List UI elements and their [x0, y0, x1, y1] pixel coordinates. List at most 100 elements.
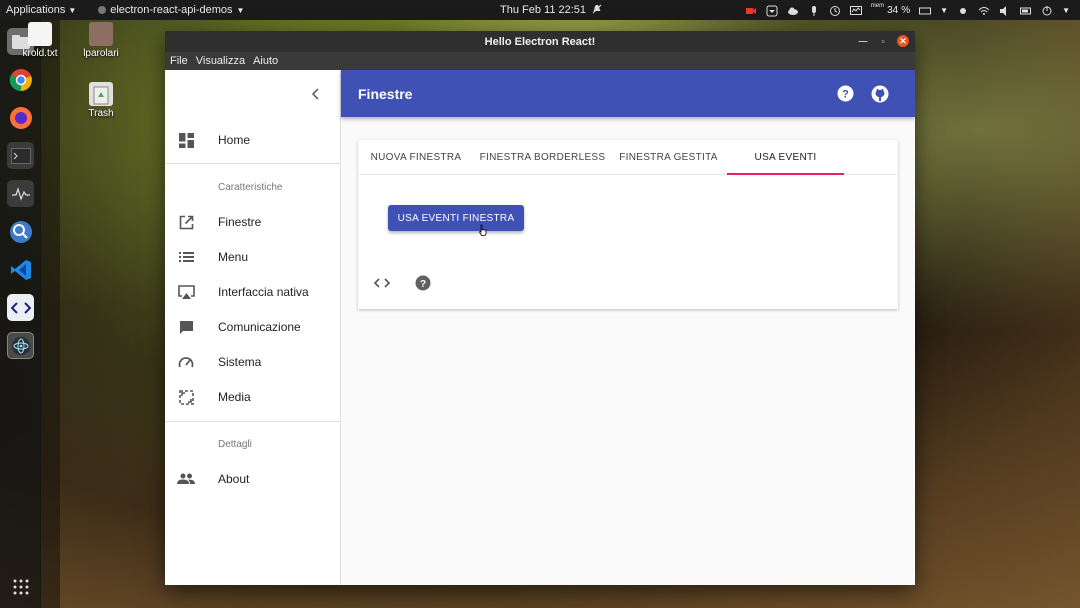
- screencast-record-icon[interactable]: [745, 5, 757, 15]
- sidebar-item-label: Home: [218, 133, 251, 147]
- wifi-icon[interactable]: [978, 5, 990, 15]
- sidebar-item-label: Menu: [218, 250, 249, 264]
- sidebar-item-label: Sistema: [218, 355, 262, 369]
- chrome-icon[interactable]: [7, 66, 34, 93]
- sidebar-item-label: About: [218, 472, 250, 486]
- code-editor-icon[interactable]: [7, 294, 34, 321]
- speed-icon: [177, 353, 195, 371]
- microphone-icon[interactable]: [808, 5, 820, 16]
- sidebar-divider: [165, 163, 341, 164]
- vscode-icon[interactable]: [7, 256, 34, 283]
- sidebar-item-comunicazione[interactable]: Comunicazione: [165, 310, 341, 344]
- menu-file[interactable]: File: [170, 55, 188, 67]
- tab-bar: NUOVA FINESTRA FINESTRA BORDERLESS FINES…: [358, 140, 898, 175]
- active-tab-indicator: [727, 173, 844, 175]
- launcher-dock: [0, 20, 41, 608]
- button-label: USA EVENTI FINESTRA: [397, 212, 515, 224]
- battery-icon[interactable]: [1020, 5, 1032, 15]
- chevron-left-icon: [311, 88, 319, 100]
- minimize-icon[interactable]: —: [857, 35, 869, 47]
- sidebar-item-label: Media: [218, 390, 251, 404]
- help-circle-icon[interactable]: ?: [414, 274, 432, 292]
- tab-usa-eventi[interactable]: USA EVENTI: [727, 140, 844, 175]
- section-heading-dettagli: Dettagli: [218, 439, 252, 450]
- sidebar-item-label: Comunicazione: [218, 320, 301, 334]
- sidebar-item-sistema[interactable]: Sistema: [165, 345, 341, 379]
- electron-app-icon[interactable]: [7, 332, 34, 359]
- notification-bell-icon: [592, 4, 602, 17]
- tab-finestra-borderless[interactable]: FINESTRA BORDERLESS: [474, 140, 611, 175]
- sidebar-item-interfaccia-nativa[interactable]: Interfaccia nativa: [165, 275, 341, 309]
- history-icon[interactable]: [829, 5, 841, 16]
- sidebar-item-about[interactable]: About: [165, 462, 341, 496]
- sidebar-item-finestre[interactable]: Finestre: [165, 205, 341, 239]
- sidebar-item-label: Interfaccia nativa: [218, 285, 309, 299]
- code-icon[interactable]: [373, 274, 391, 292]
- applications-label: Applications: [6, 4, 66, 16]
- sidebar-item-label: Finestre: [218, 215, 262, 229]
- caret-down-icon: ▼: [68, 5, 77, 15]
- desktop-icon-label: krold.txt: [22, 48, 58, 59]
- maximize-icon[interactable]: ▫: [877, 35, 889, 47]
- app-content: Home Caratteristiche Finestre Menu Inter…: [165, 70, 915, 585]
- airplay-icon: [177, 283, 195, 301]
- menu-visualizza[interactable]: Visualizza: [196, 55, 245, 67]
- window-title: Hello Electron React!: [484, 35, 596, 48]
- svg-text:?: ?: [420, 279, 426, 290]
- app-dot-icon: [98, 6, 107, 14]
- page-title: Finestre: [358, 85, 413, 102]
- dropbox-icon[interactable]: [766, 5, 778, 17]
- brightness-icon[interactable]: [957, 5, 969, 15]
- desktop-trash[interactable]: Trash: [71, 82, 131, 119]
- power-icon[interactable]: [1041, 5, 1053, 16]
- menu-bar: File Visualizza Aiuto: [165, 52, 915, 70]
- volume-icon[interactable]: [999, 5, 1011, 16]
- system-monitor-app-icon[interactable]: [7, 180, 34, 207]
- firefox-icon[interactable]: [7, 104, 34, 131]
- text-file-icon: [28, 22, 52, 46]
- clock-text: Thu Feb 11 22:51: [500, 4, 587, 16]
- app-bar: Finestre ?: [341, 70, 915, 117]
- app-window: Hello Electron React! — ▫ ✕ File Visuali…: [165, 31, 915, 585]
- tab-nuova-finestra[interactable]: NUOVA FINESTRA: [358, 140, 474, 175]
- show-applications-icon[interactable]: [7, 573, 34, 600]
- window-titlebar[interactable]: Hello Electron React! — ▫ ✕: [165, 31, 915, 52]
- memory-indicator[interactable]: mem 34 %: [870, 3, 910, 16]
- desktop-icon-label: lparolari: [83, 48, 119, 59]
- system-monitor-icon[interactable]: [849, 5, 862, 15]
- close-icon[interactable]: ✕: [897, 35, 909, 47]
- sidebar-item-home[interactable]: Home: [165, 123, 341, 157]
- caret-down-icon[interactable]: ▼: [1062, 6, 1070, 15]
- screenshot-icon: [177, 388, 195, 406]
- applications-menu[interactable]: Applications ▼: [6, 4, 76, 16]
- mem-percent: 34: [887, 4, 899, 16]
- trash-icon: [89, 82, 113, 106]
- terminal-icon[interactable]: [7, 142, 34, 169]
- cloud-icon[interactable]: [787, 5, 799, 15]
- tab-label: FINESTRA BORDERLESS: [479, 152, 606, 163]
- main-panel: Finestre ? NUOVA FINESTRA FINESTRA BORDE…: [341, 70, 915, 585]
- sidebar-item-media[interactable]: Media: [165, 380, 341, 414]
- help-icon[interactable]: ?: [836, 84, 855, 103]
- sidebar-divider: [165, 421, 341, 422]
- usa-eventi-finestra-button[interactable]: USA EVENTI FINESTRA: [388, 205, 524, 231]
- mem-label: mem: [870, 3, 885, 9]
- menu-aiuto[interactable]: Aiuto: [253, 55, 278, 67]
- desktop-home-folder[interactable]: lparolari: [71, 22, 131, 59]
- active-app-menu[interactable]: electron-react-api-demos ▼: [98, 4, 244, 16]
- keyboard-icon[interactable]: [919, 5, 932, 15]
- svg-text:?: ?: [842, 89, 849, 101]
- hand-cursor-icon: [478, 224, 487, 236]
- search-tool-icon[interactable]: [7, 218, 34, 245]
- github-icon[interactable]: [870, 84, 889, 103]
- tab-label: FINESTRA GESTITA: [619, 152, 718, 163]
- caret-down-icon[interactable]: ▼: [940, 6, 948, 15]
- desktop-icon-label: Trash: [88, 108, 114, 119]
- sidebar-item-menu[interactable]: Menu: [165, 240, 341, 274]
- desktop-file-krold[interactable]: krold.txt: [10, 22, 70, 59]
- collapse-sidebar-button[interactable]: [306, 84, 326, 104]
- list-icon: [177, 248, 195, 266]
- tab-label: USA EVENTI: [754, 152, 817, 163]
- clock[interactable]: Thu Feb 11 22:51: [500, 4, 602, 17]
- tab-finestra-gestita[interactable]: FINESTRA GESTITA: [611, 140, 726, 175]
